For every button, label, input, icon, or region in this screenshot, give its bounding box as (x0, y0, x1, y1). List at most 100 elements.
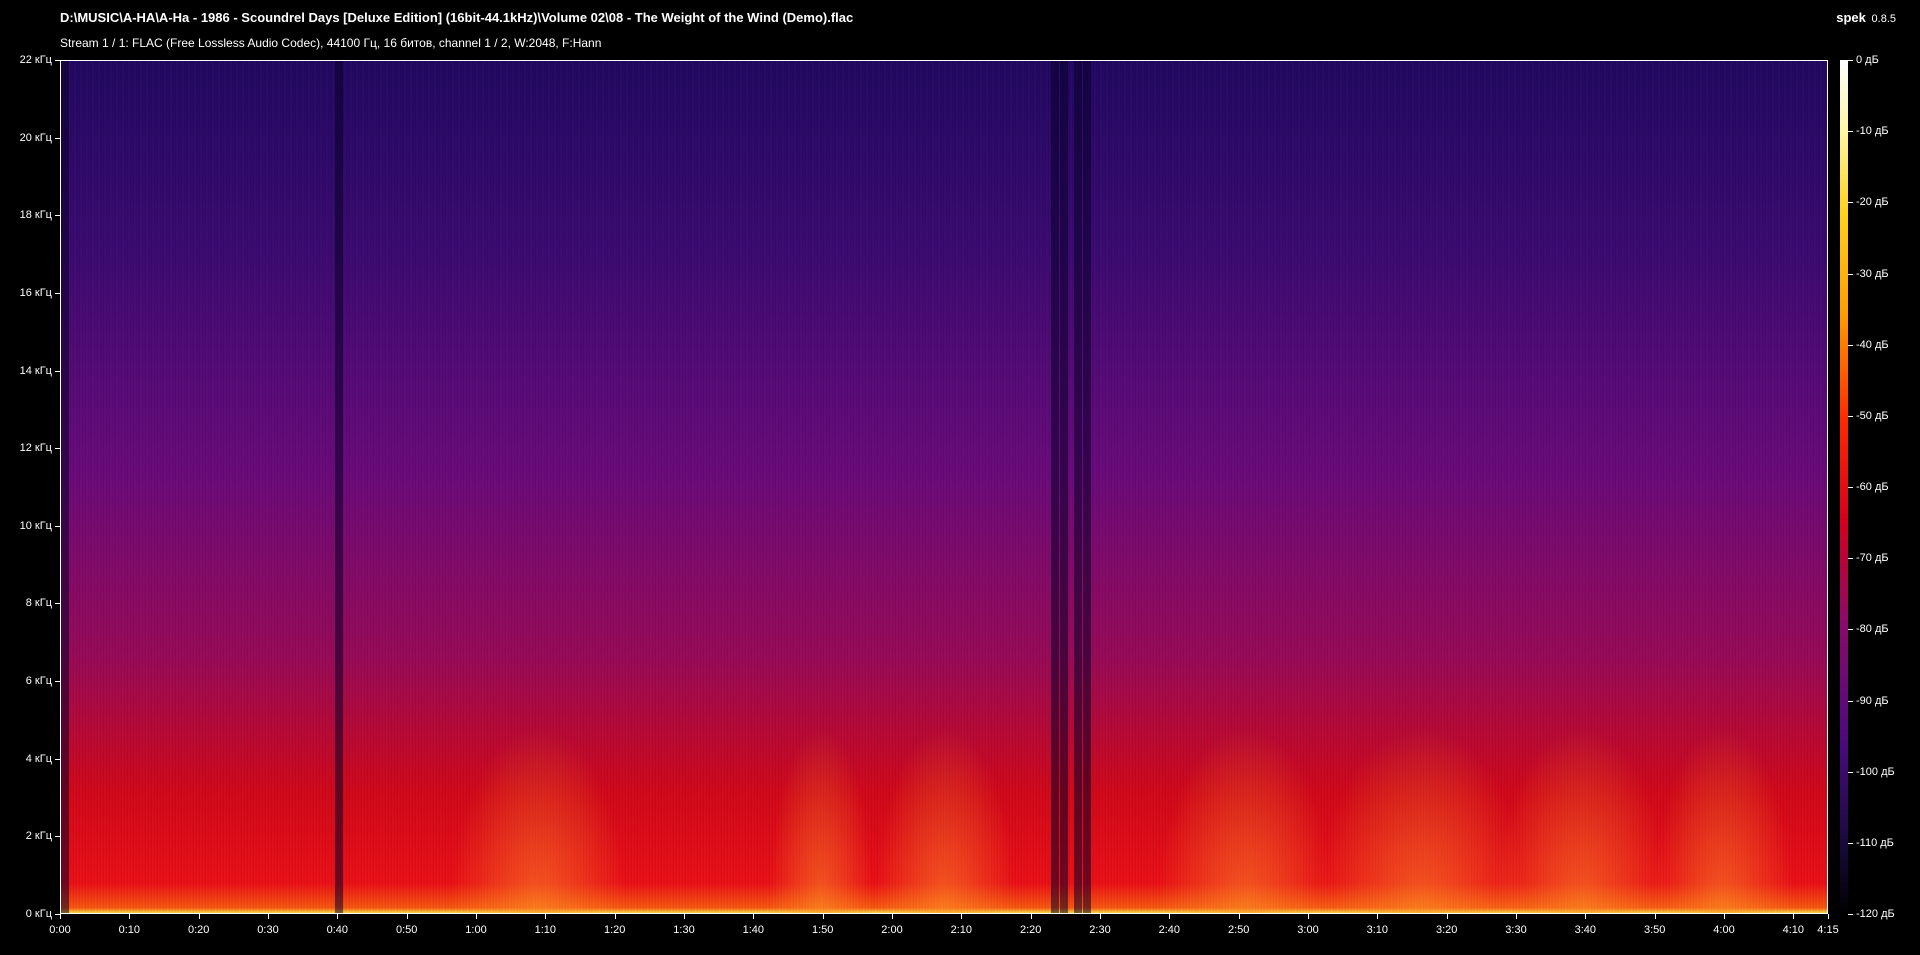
x-tick-label: 2:40 (1158, 924, 1181, 936)
x-tick (1516, 914, 1517, 919)
colorbar-tick-label: -10 дБ (1856, 125, 1889, 138)
x-tick-label: 1:30 (673, 924, 695, 936)
colorbar-tick (1848, 131, 1853, 132)
x-tick-label: 1:10 (534, 924, 557, 936)
y-tick (55, 681, 60, 682)
x-tick-label: 0:40 (326, 924, 349, 936)
x-tick (1031, 914, 1032, 919)
colorbar-tick (1848, 558, 1853, 559)
spectrogram-texture (1059, 61, 1068, 913)
spectrogram-texture (874, 725, 1016, 913)
y-tick-label: 10 кГц (19, 519, 52, 532)
colorbar-tick-label: -120 дБ (1856, 908, 1895, 920)
x-tick (1655, 914, 1656, 919)
colorbar-tick-label: -60 дБ (1856, 481, 1889, 493)
colorbar-tick-label: -30 дБ (1856, 267, 1889, 280)
y-tick (55, 759, 60, 760)
x-tick (476, 914, 477, 919)
y-tick (55, 215, 60, 216)
x-tick-label: 2:10 (950, 924, 973, 936)
y-tick-label: 6 кГц (25, 675, 52, 688)
y-tick-label: 0 кГц (25, 908, 52, 920)
y-tick (55, 526, 60, 527)
x-tick-label: 3:50 (1643, 924, 1666, 936)
y-tick-label: 16 кГц (19, 286, 52, 299)
y-tick (55, 603, 60, 604)
app-version-badge: spek 0.8.5 (1836, 10, 1896, 25)
spectrogram-texture (335, 61, 344, 913)
x-tick-label: 2:30 (1089, 924, 1111, 936)
spectrogram-texture (1074, 61, 1083, 913)
x-tick (1377, 914, 1378, 919)
colorbar-tick (1848, 487, 1853, 488)
x-tick-label: 1:00 (465, 924, 487, 936)
x-tick-label: 0:30 (257, 924, 279, 936)
x-tick-label: 3:00 (1297, 924, 1319, 936)
y-tick-label: 8 кГц (25, 597, 52, 610)
x-tick-label: 1:50 (811, 924, 834, 936)
x-tick (199, 914, 200, 919)
app-name: spek (1836, 10, 1866, 25)
spectrogram-texture (61, 61, 69, 913)
colorbar-tick (1848, 701, 1853, 702)
x-tick-label: 4:00 (1713, 924, 1735, 936)
stream-info: Stream 1 / 1: FLAC (Free Lossless Audio … (60, 36, 602, 50)
colorbar-tick (1848, 202, 1853, 203)
x-tick-label: 3:30 (1505, 924, 1527, 936)
colorbar-tick (1848, 843, 1853, 844)
colorbar-tick-label: -70 дБ (1856, 552, 1889, 565)
colorbar-tick-label: -80 дБ (1856, 623, 1889, 636)
y-tick-label: 12 кГц (19, 442, 52, 455)
colorbar-tick-label: -100 дБ (1856, 765, 1895, 778)
file-path-title: D:\MUSIC\A-HA\A-Ha - 1986 - Scoundrel Da… (60, 10, 854, 25)
x-tick (1828, 914, 1829, 919)
x-tick (684, 914, 685, 919)
x-tick-label: 0:50 (395, 924, 418, 936)
x-tick (892, 914, 893, 919)
colorbar-tick (1848, 345, 1853, 346)
x-tick (753, 914, 754, 919)
y-tick (55, 836, 60, 837)
app-version: 0.8.5 (1871, 13, 1896, 25)
x-tick (1793, 914, 1794, 919)
colorbar-tick-label: -40 дБ (1856, 338, 1889, 351)
spectrogram-texture (1493, 725, 1670, 913)
x-tick-label: 0:10 (118, 924, 141, 936)
x-tick-label: 3:40 (1574, 924, 1597, 936)
x-tick (823, 914, 824, 919)
y-tick-label: 2 кГц (25, 830, 52, 843)
x-tick (961, 914, 962, 919)
y-tick (55, 448, 60, 449)
colorbar (1840, 60, 1848, 914)
spectrogram-texture (449, 725, 627, 913)
x-tick-label: 4:10 (1782, 924, 1805, 936)
x-tick-label: 3:10 (1366, 924, 1389, 936)
x-tick (1724, 914, 1725, 919)
x-tick (545, 914, 546, 919)
x-tick (60, 914, 61, 919)
y-tick (55, 371, 60, 372)
x-tick (337, 914, 338, 919)
x-tick (268, 914, 269, 919)
spectrogram-texture (1652, 725, 1794, 913)
y-tick-label: 4 кГц (25, 752, 52, 765)
x-tick-label: 4:15 (1817, 924, 1839, 936)
colorbar-tick (1848, 772, 1853, 773)
x-tick (1308, 914, 1309, 919)
x-tick (129, 914, 130, 919)
x-tick (1169, 914, 1170, 919)
x-tick-label: 0:20 (187, 924, 210, 936)
spectrogram-texture (1157, 725, 1334, 913)
y-tick-label: 18 кГц (19, 209, 52, 222)
x-tick-label: 2:50 (1227, 924, 1250, 936)
colorbar-tick-label: -90 дБ (1856, 694, 1889, 707)
spectrogram-plot[interactable] (60, 60, 1828, 914)
y-tick (55, 293, 60, 294)
x-tick (615, 914, 616, 919)
x-tick-label: 0:00 (49, 924, 71, 936)
y-tick-label: 20 кГц (19, 131, 52, 144)
colorbar-tick (1848, 274, 1853, 275)
colorbar-tick (1848, 914, 1853, 915)
x-tick-label: 1:40 (742, 924, 765, 936)
x-tick-label: 1:20 (603, 924, 626, 936)
